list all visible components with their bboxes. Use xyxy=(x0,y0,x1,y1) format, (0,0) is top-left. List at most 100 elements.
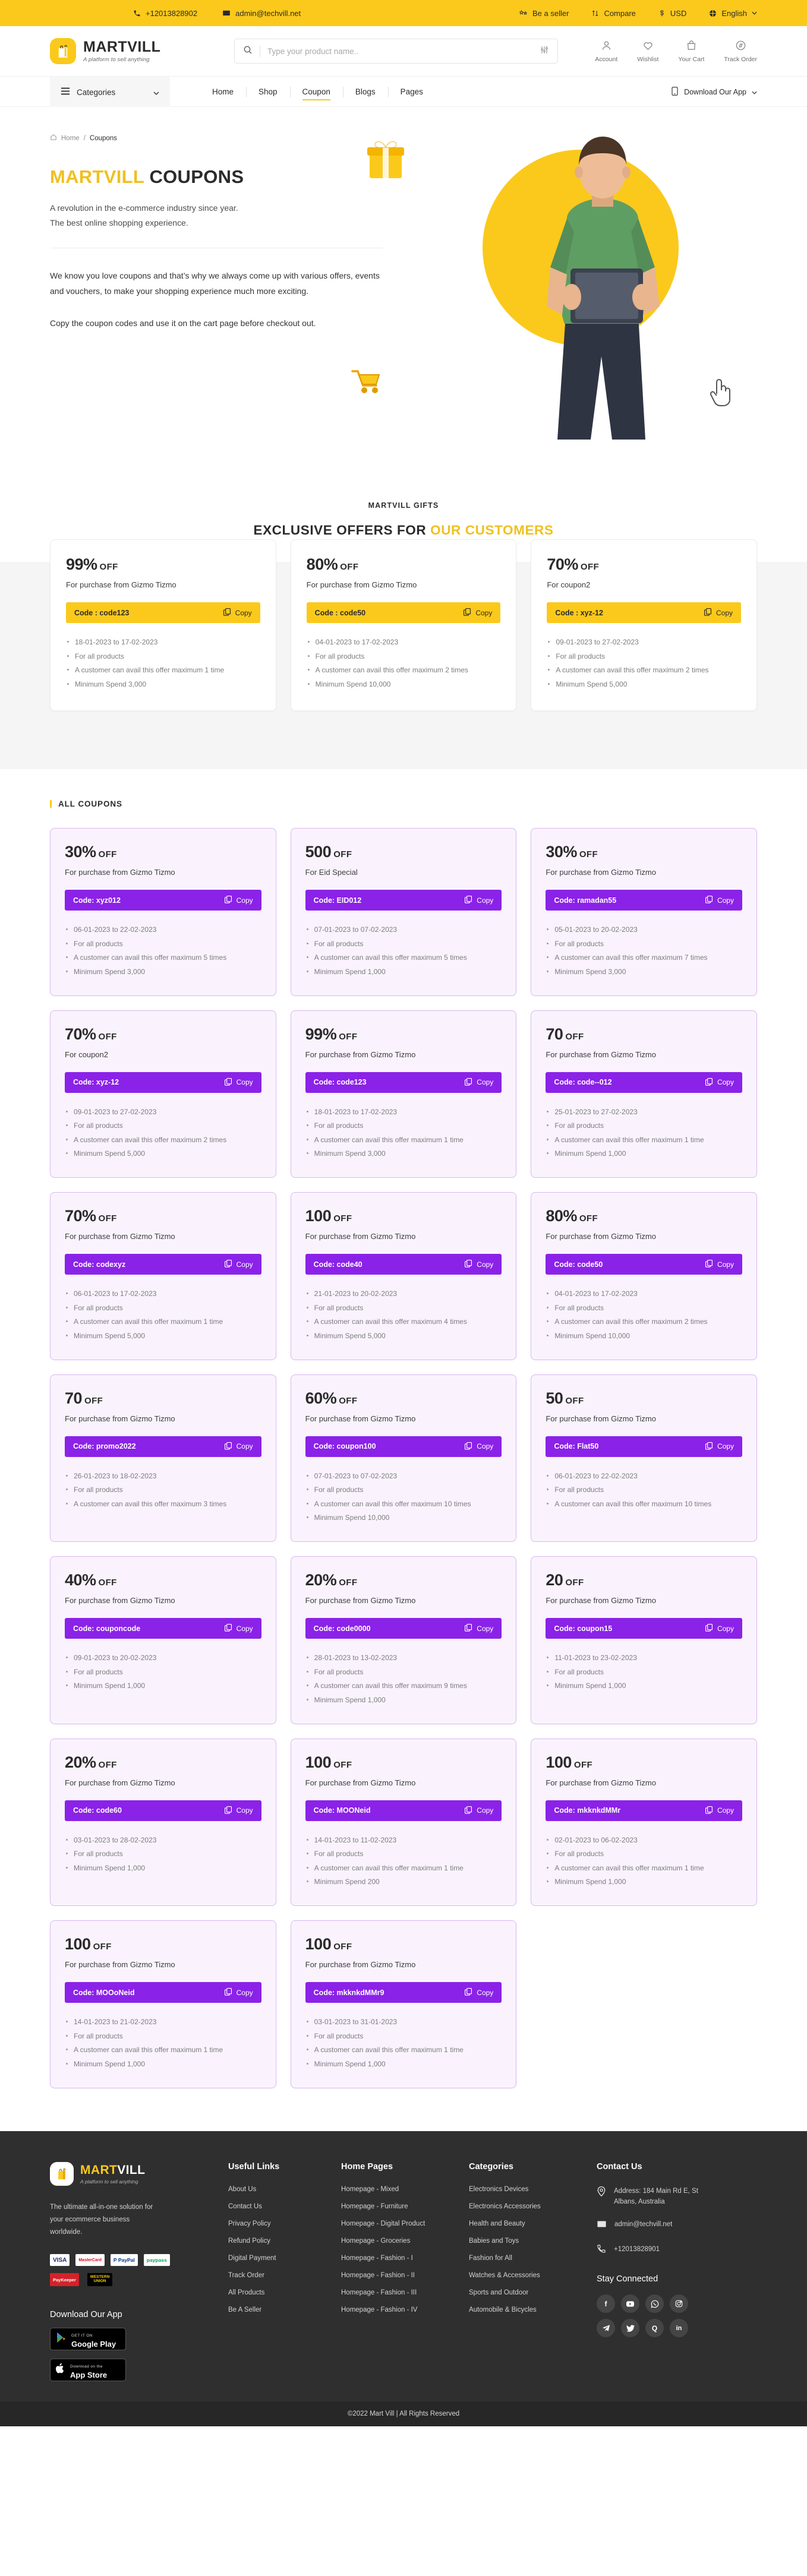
coupon-code-button[interactable]: Code : code50 Copy xyxy=(306,602,501,623)
whatsapp-icon[interactable] xyxy=(645,2294,664,2313)
google-play-button[interactable]: GET IT ON Google Play xyxy=(50,2328,126,2351)
coupon-card[interactable]: 80% OFF For purchase from Gizmo Tizmo Cod… xyxy=(290,539,517,711)
coupon-card[interactable]: 70% OFF For coupon2 Code: xyz-12 Copy 09-… xyxy=(50,1010,276,1178)
coupon-code-button[interactable]: Code : code123 Copy xyxy=(66,602,260,623)
footer-link[interactable]: Homepage - Fashion - I xyxy=(341,2255,469,2262)
footer-link[interactable]: Fashion for All xyxy=(469,2255,597,2262)
coupon-code-button[interactable]: Code: MOONeid Copy xyxy=(305,1800,502,1821)
copy-button[interactable]: Copy xyxy=(224,1623,253,1633)
copy-button[interactable]: Copy xyxy=(705,1442,734,1452)
copy-button[interactable]: Copy xyxy=(464,895,493,905)
footer-link[interactable]: Sports and Outdoor xyxy=(469,2289,597,2296)
coupon-code-button[interactable]: Code: couponcode Copy xyxy=(65,1618,261,1639)
footer-link[interactable]: Homepage - Fashion - II xyxy=(341,2272,469,2279)
header-action-cart[interactable]: Your Cart xyxy=(678,40,704,63)
coupon-card[interactable]: 40% OFF For purchase from Gizmo Tizmo Cod… xyxy=(50,1556,276,1724)
footer-link[interactable]: Privacy Policy xyxy=(228,2220,341,2227)
copy-button[interactable]: Copy xyxy=(464,1806,493,1816)
twitter-icon[interactable] xyxy=(621,2319,639,2338)
copy-button[interactable]: Copy xyxy=(464,1077,493,1088)
instagram-icon[interactable] xyxy=(670,2294,688,2313)
nav-item-home[interactable]: Home xyxy=(200,77,246,108)
header-action-track-order[interactable]: Track Order xyxy=(724,40,757,63)
coupon-code-button[interactable]: Code: coupon100 Copy xyxy=(305,1436,502,1457)
copy-button[interactable]: Copy xyxy=(223,608,252,618)
coupon-card[interactable]: 500 OFF For Eid Special Code: EID012 Copy… xyxy=(290,828,517,996)
coupon-card[interactable]: 20 OFF For purchase from Gizmo Tizmo Code… xyxy=(531,1556,757,1724)
copy-button[interactable]: Copy xyxy=(464,1259,493,1269)
coupon-card[interactable]: 70% OFF For purchase from Gizmo Tizmo Cod… xyxy=(50,1192,276,1360)
coupon-code-button[interactable]: Code: MOOoNeid Copy xyxy=(65,1982,261,2003)
coupon-code-button[interactable]: Code: mkknkdMMr9 Copy xyxy=(305,1982,502,2003)
copy-button[interactable]: Copy xyxy=(224,1806,253,1816)
footer-link[interactable]: About Us xyxy=(228,2186,341,2193)
currency-selector[interactable]: USD xyxy=(658,9,686,18)
footer-link[interactable]: Homepage - Digital Product xyxy=(341,2220,469,2227)
footer-link[interactable]: All Products xyxy=(228,2289,341,2296)
coupon-code-button[interactable]: Code: xyz-12 Copy xyxy=(65,1072,261,1093)
copy-button[interactable]: Copy xyxy=(705,1077,734,1088)
facebook-icon[interactable]: f xyxy=(597,2294,615,2313)
coupon-card[interactable]: 50 OFF For purchase from Gizmo Tizmo Code… xyxy=(531,1374,757,1542)
be-a-seller-link[interactable]: Be a seller xyxy=(519,9,569,18)
breadcrumb-home[interactable]: Home xyxy=(61,135,80,142)
footer-link[interactable]: Track Order xyxy=(228,2272,341,2279)
header-action-account[interactable]: Account xyxy=(595,40,617,63)
copy-button[interactable]: Copy xyxy=(705,1806,734,1816)
compare-link[interactable]: Compare xyxy=(591,9,636,18)
logo[interactable]: MARTVILL A platform to sell anything xyxy=(50,38,228,64)
copy-button[interactable]: Copy xyxy=(224,1987,253,1997)
copy-button[interactable]: Copy xyxy=(224,1077,253,1088)
coupon-card[interactable]: 80% OFF For purchase from Gizmo Tizmo Cod… xyxy=(531,1192,757,1360)
coupon-card[interactable]: 99% OFF For purchase from Gizmo Tizmo Cod… xyxy=(50,539,276,711)
search-bar[interactable] xyxy=(234,39,558,64)
coupon-code-button[interactable]: Code: code0000 Copy xyxy=(305,1618,502,1639)
coupon-card[interactable]: 100 OFF For purchase from Gizmo Tizmo Cod… xyxy=(290,1738,517,1906)
copy-button[interactable]: Copy xyxy=(705,1623,734,1633)
coupon-code-button[interactable]: Code: code40 Copy xyxy=(305,1254,502,1275)
coupon-code-button[interactable]: Code: code50 Copy xyxy=(546,1254,742,1275)
coupon-card[interactable]: 100 OFF For purchase from Gizmo Tizmo Cod… xyxy=(290,1192,517,1360)
topbar-email[interactable]: admin@techvill.net xyxy=(222,9,301,18)
coupon-card[interactable]: 99% OFF For purchase from Gizmo Tizmo Cod… xyxy=(290,1010,517,1178)
linkedin-icon[interactable]: in xyxy=(670,2319,688,2338)
footer-link[interactable]: Contact Us xyxy=(228,2203,341,2210)
coupon-code-button[interactable]: Code: code60 Copy xyxy=(65,1800,261,1821)
coupon-card[interactable]: 60% OFF For purchase from Gizmo Tizmo Cod… xyxy=(290,1374,517,1542)
coupon-code-button[interactable]: Code: xyz012 Copy xyxy=(65,890,261,911)
coupon-code-button[interactable]: Code: ramadan55 Copy xyxy=(546,890,742,911)
nav-item-coupon[interactable]: Coupon xyxy=(289,77,343,108)
header-action-wishlist[interactable]: Wishlist xyxy=(637,40,658,63)
footer-link[interactable]: Homepage - Fashion - III xyxy=(341,2289,469,2296)
copy-button[interactable]: Copy xyxy=(464,1442,493,1452)
footer-link[interactable]: Be A Seller xyxy=(228,2306,341,2313)
coupon-code-button[interactable]: Code: coupon15 Copy xyxy=(546,1618,742,1639)
nav-item-shop[interactable]: Shop xyxy=(246,77,290,108)
coupon-code-button[interactable]: Code: Flat50 Copy xyxy=(546,1436,742,1457)
app-store-button[interactable]: Download on the App Store xyxy=(50,2359,126,2382)
topbar-phone[interactable]: +12013828902 xyxy=(133,9,197,18)
footer-link[interactable]: Electronics Devices xyxy=(469,2186,597,2193)
coupon-card[interactable]: 100 OFF For purchase from Gizmo Tizmo Cod… xyxy=(290,1920,517,2088)
footer-logo[interactable]: MARTVILL A platform to sell anything xyxy=(50,2161,228,2186)
copy-button[interactable]: Copy xyxy=(463,608,492,618)
nav-item-blogs[interactable]: Blogs xyxy=(342,77,388,108)
footer-link[interactable]: Watches & Accessories xyxy=(469,2272,597,2279)
coupon-code-button[interactable]: Code: promo2022 Copy xyxy=(65,1436,261,1457)
coupon-card[interactable]: 20% OFF For purchase from Gizmo Tizmo Cod… xyxy=(50,1738,276,1906)
footer-phone[interactable]: +12013828901 xyxy=(597,2244,757,2256)
copy-button[interactable]: Copy xyxy=(224,1442,253,1452)
footer-link[interactable]: Homepage - Groceries xyxy=(341,2237,469,2245)
footer-link[interactable]: Homepage - Mixed xyxy=(341,2186,469,2193)
coupon-code-button[interactable]: Code: codexyz Copy xyxy=(65,1254,261,1275)
copy-button[interactable]: Copy xyxy=(705,1259,734,1269)
coupon-code-button[interactable]: Code: code--012 Copy xyxy=(546,1072,742,1093)
telegram-icon[interactable] xyxy=(597,2319,615,2338)
copy-button[interactable]: Copy xyxy=(224,895,253,905)
coupon-code-button[interactable]: Code: code123 Copy xyxy=(305,1072,502,1093)
categories-dropdown[interactable]: Categories xyxy=(50,77,170,108)
nav-item-pages[interactable]: Pages xyxy=(387,77,436,108)
copy-button[interactable]: Copy xyxy=(464,1623,493,1633)
coupon-code-button[interactable]: Code: EID012 Copy xyxy=(305,890,502,911)
coupon-card[interactable]: 70 OFF For purchase from Gizmo Tizmo Code… xyxy=(531,1010,757,1178)
